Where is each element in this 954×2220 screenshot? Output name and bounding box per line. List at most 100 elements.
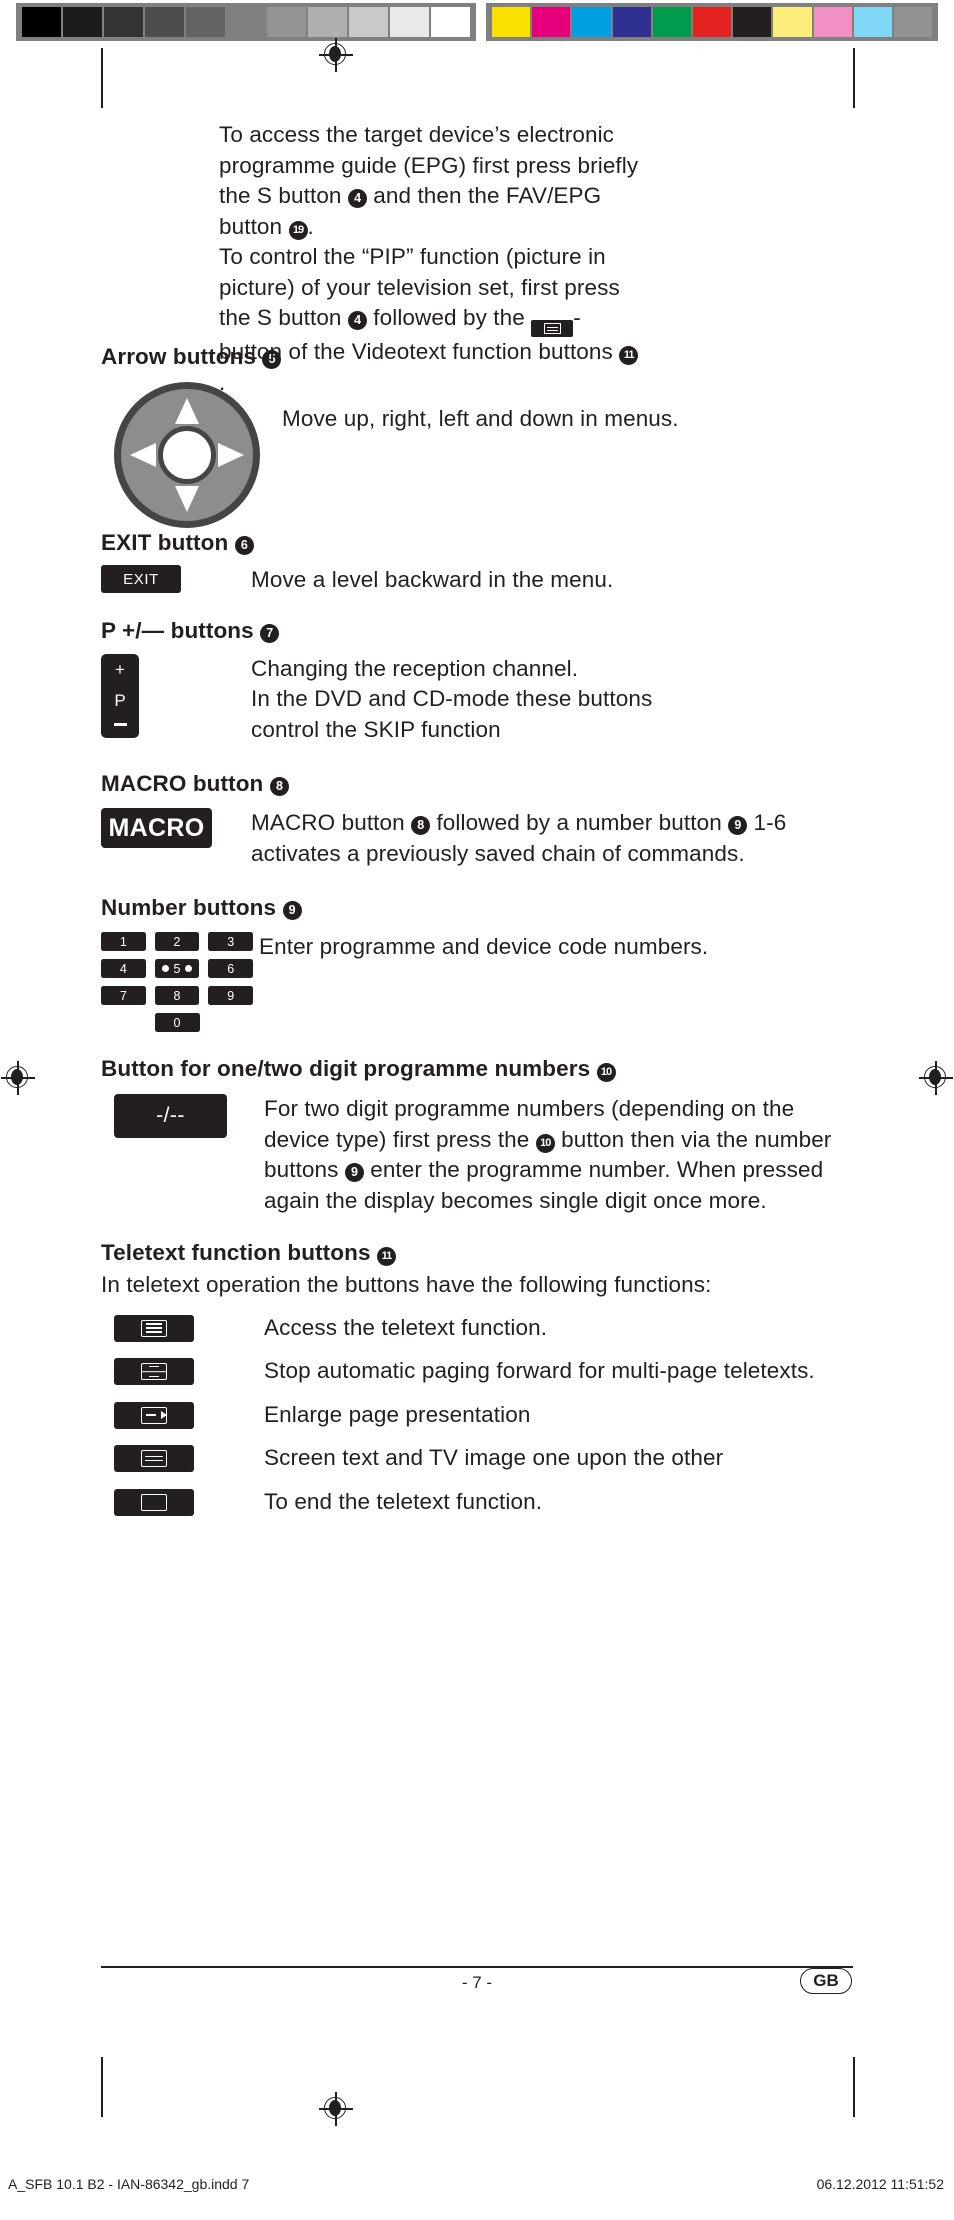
manual-page-content: To access the target device’s electronic… — [101, 120, 853, 1530]
color-swatch-10 — [893, 7, 933, 37]
heading-teletext-buttons: Teletext function buttons 11 — [101, 1238, 853, 1268]
heading-p-buttons: P +/— buttons 7 — [101, 616, 853, 646]
badge-macro-inline-2: 9 — [728, 816, 748, 835]
number-key-label: 9 — [227, 988, 235, 1003]
gray-swatch-0 — [22, 7, 61, 37]
teletext-icon-cell — [101, 1356, 264, 1385]
exit-button-row: EXIT Move a level backward in the menu. — [101, 565, 853, 596]
p-key-plus-label: + — [115, 659, 125, 679]
gray-swatch-10 — [431, 7, 470, 37]
number-key-label: 1 — [119, 934, 127, 949]
registration-crosshair-right — [919, 1061, 953, 1095]
imprint-filename: A_SFB 10.1 B2 - IAN-86342_gb.indd 7 — [8, 2176, 250, 2192]
color-swatch-2 — [572, 7, 611, 37]
arrow-up-icon — [175, 398, 199, 424]
number-pad-graphic: 1 2 3 4 5 6 7 8 9 0 — [101, 932, 254, 1032]
color-swatch-7 — [773, 7, 812, 37]
p-buttons-description-line-1: Changing the reception channel. — [251, 655, 579, 681]
teletext-enlarge-icon — [114, 1401, 194, 1429]
macro-key-label: MACRO — [108, 813, 205, 842]
arrow-left-icon — [130, 443, 156, 467]
pip-text-part-b: followed by the — [366, 305, 532, 330]
number-pad-row: 7 8 9 — [101, 986, 254, 1005]
number-key-label: 8 — [173, 988, 181, 1003]
number-key-4: 4 — [101, 959, 146, 978]
teletext-function-row: To end the teletext function. — [101, 1487, 853, 1518]
badge-digit-button: 10 — [596, 1063, 616, 1082]
heading-teletext-buttons-label: Teletext function buttons — [101, 1240, 377, 1265]
number-key-3: 3 — [208, 932, 254, 951]
number-key-label: 0 — [173, 1015, 181, 1030]
teletext-icon-cell — [101, 1400, 264, 1429]
teletext-access-icon — [114, 1314, 194, 1342]
intro-paragraphs: To access the target device’s electronic… — [219, 120, 639, 398]
number-key-9: 9 — [208, 986, 254, 1005]
teletext-hold-icon — [114, 1358, 194, 1385]
teletext-icon-cell — [101, 1313, 264, 1342]
teletext-function-row: Enlarge page presentation — [101, 1400, 853, 1431]
tactile-dot-right — [185, 965, 193, 972]
p-key-minus-icon — [113, 723, 127, 726]
gray-swatch-8 — [349, 7, 389, 37]
pip-instruction-paragraph: To control the “PIP” function (picture i… — [219, 242, 639, 398]
teletext-function-row: Stop automatic paging forward for multi-… — [101, 1356, 853, 1387]
number-key-7: 7 — [101, 986, 146, 1005]
badge-number-buttons: 9 — [282, 901, 302, 920]
gray-swatch-4 — [185, 7, 225, 37]
color-swatch-8 — [813, 7, 852, 37]
grayscale-ramp — [16, 3, 476, 41]
color-swatch-9 — [853, 7, 892, 37]
epg-text-part-c: . — [307, 213, 314, 239]
gray-swatch-1 — [62, 7, 102, 37]
teletext-function-description: Screen text and TV image one upon the ot… — [264, 1445, 724, 1470]
epg-instruction-paragraph: To access the target device’s electronic… — [219, 120, 639, 242]
heading-p-buttons-label: P +/— buttons — [101, 617, 261, 643]
teletext-function-description: Enlarge page presentation — [264, 1401, 531, 1427]
number-key-label: 7 — [119, 988, 127, 1003]
p-buttons-row: + P Changing the reception channel. In t… — [101, 653, 853, 746]
number-key-label: 3 — [227, 934, 235, 949]
teletext-icon-cell — [101, 1443, 264, 1472]
registration-crosshair-top — [319, 38, 353, 72]
arrow-buttons-description: Move up, right, left and down in menus. — [282, 406, 679, 431]
exit-button-description: Move a level backward in the menu. — [251, 567, 614, 592]
badge-exit-button: 6 — [234, 536, 254, 555]
p-buttons-description-line-2: In the DVD and CD-mode these buttons — [251, 686, 653, 711]
number-key-1: 1 — [101, 932, 146, 951]
trim-mark-bottom-right — [853, 2057, 855, 2117]
heading-digit-button: Button for one/two digit programme numbe… — [101, 1054, 853, 1084]
badge-macro-button: 8 — [269, 777, 289, 796]
gray-swatch-3 — [144, 7, 184, 37]
macro-button-row: MACRO MACRO button 8 followed by a numbe… — [101, 808, 853, 869]
color-swatch-1 — [532, 7, 571, 37]
heading-exit-button: EXIT button 6 — [101, 528, 853, 558]
heading-number-buttons-label: Number buttons — [101, 895, 283, 920]
teletext-function-list: Access the teletext function. Stop automa… — [101, 1313, 853, 1518]
badge-s-button-2: 4 — [347, 311, 367, 330]
color-swatch-3 — [612, 7, 651, 37]
exit-key-graphic: EXIT — [101, 565, 181, 593]
number-key-label: 5 — [173, 961, 181, 976]
number-key-5: 5 — [154, 959, 200, 978]
macro-desc-part-b: followed by a number button — [430, 810, 729, 835]
teletext-function-row: Access the teletext function. — [101, 1313, 853, 1344]
gray-swatch-7 — [308, 7, 348, 37]
trim-mark-top-right — [853, 48, 855, 108]
arrow-buttons-row: Move up, right, left and down in menus. — [101, 382, 853, 528]
trim-mark-bottom-left — [101, 2057, 103, 2117]
color-swatch-4 — [652, 7, 691, 37]
badge-teletext-buttons: 11 — [376, 1247, 396, 1266]
p-key-p-label: P — [114, 691, 126, 711]
number-key-2: 2 — [154, 932, 200, 951]
number-key-0: 0 — [154, 1013, 200, 1032]
color-calibration-bar — [0, 0, 954, 41]
heading-macro-button-label: MACRO button — [101, 771, 270, 796]
number-buttons-description: Enter programme and device code numbers. — [259, 934, 709, 959]
gray-swatch-5 — [226, 7, 266, 37]
badge-s-button: 4 — [347, 189, 367, 208]
badge-digit-inline-2: 9 — [344, 1163, 364, 1182]
arrow-down-icon — [175, 486, 199, 512]
registration-crosshair-bottom — [319, 2092, 353, 2126]
number-pad-row: 4 5 6 — [101, 959, 254, 978]
teletext-icon-cell — [101, 1487, 264, 1516]
